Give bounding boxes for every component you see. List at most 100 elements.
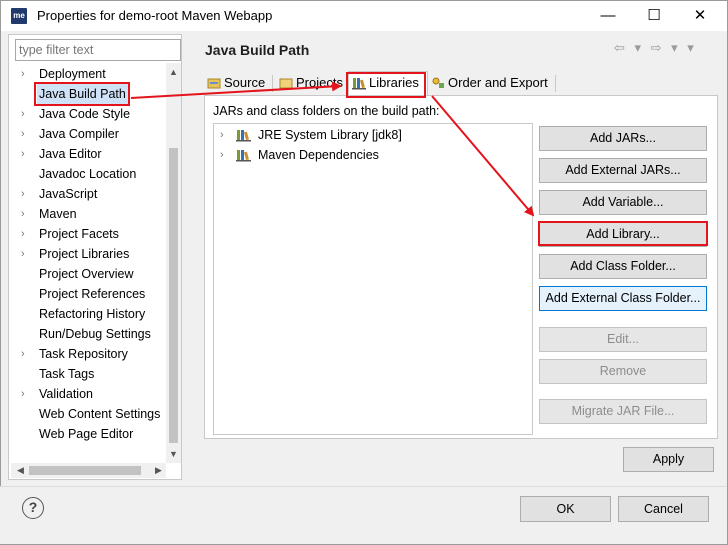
sidebar-item[interactable]: › Java Compiler [9,124,167,144]
tab-order-label: Order and Export [448,75,548,90]
sidebar-item-label: Refactoring History [39,307,146,321]
filter-input[interactable] [15,39,181,61]
expand-chevron-icon[interactable]: › [21,104,33,124]
sidebar-item[interactable]: Web Page Editor [9,424,167,444]
sidebar-item-label: Java Code Style [39,107,131,121]
maximize-button[interactable]: ☐ [631,1,677,31]
sidebar-item-label: Task Tags [39,367,95,381]
preference-tree: › Deployment Java Build Path › Java Code Sty… [9,63,167,463]
tab-source[interactable]: Source [204,72,272,95]
library-label: Maven Dependencies [258,148,379,162]
sidebar-item[interactable]: Java Build Path [9,84,167,104]
sidebar-item-label: Project Libraries [39,247,130,261]
scroll-left-arrow-icon[interactable]: ◀ [13,463,28,478]
sidebar-item-label: Javadoc Location [39,167,137,181]
cancel-button[interactable]: Cancel [618,496,709,522]
tab-separator [272,75,273,92]
sidebar-item[interactable]: Project References [9,284,167,304]
sidebar-item[interactable]: › Task Repository [9,344,167,364]
source-folder-icon [207,78,221,89]
minimize-button[interactable]: — [585,1,631,31]
preference-tree-pane: ›DeploymentJava Build Path›Java Code Sty… [8,34,182,480]
sidebar-item[interactable]: Project Overview [9,264,167,284]
sidebar-item[interactable]: Javadoc Location [9,164,167,184]
vertical-scrollbar[interactable]: ▲ ▼ [166,63,181,463]
add-external-jars-button[interactable]: Add External JARs... [539,158,707,183]
sidebar-item-label: Web Page Editor [39,427,134,441]
sidebar-item-label: Project Overview [39,267,134,281]
sidebar-item[interactable]: Refactoring History [9,304,167,324]
library-label: JRE System Library [jdk8] [258,128,402,142]
sidebar-item[interactable]: › Project Facets [9,224,167,244]
sidebar-item-label: Maven [39,207,77,221]
sidebar-item[interactable]: › Java Editor [9,144,167,164]
add-variable-button[interactable]: Add Variable... [539,190,707,215]
sidebar-item[interactable]: Web Content Settings [9,404,167,424]
projects-folder-icon [279,78,293,89]
history-nav-icons[interactable]: ⇦ ▾ ⇨ ▾ ▾ [614,40,697,56]
libraries-tab-content: JARs and class folders on the build path… [204,95,718,439]
library-tree: › JRE System Library [jdk8] › Maven Depe… [213,123,533,435]
remove-button[interactable]: Remove [539,359,707,384]
expand-chevron-icon[interactable]: › [21,64,33,84]
sidebar-item[interactable]: › Project Libraries [9,244,167,264]
library-icon [236,150,251,162]
page-title: Java Build Path [205,42,310,58]
horizontal-scrollbar[interactable]: ◀ ▶ [11,463,166,478]
apply-button[interactable]: Apply [623,447,714,472]
sidebar-item[interactable]: › JavaScript [9,184,167,204]
tab-source-label: Source [224,75,266,90]
tab-libraries-label: Libraries [369,75,419,90]
scroll-thumb[interactable] [169,148,178,443]
sidebar-item[interactable]: Run/Debug Settings [9,324,167,344]
sidebar-item-label: Run/Debug Settings [39,327,151,341]
expand-chevron-icon[interactable]: › [21,344,33,364]
window-title: Properties for demo-root Maven Webapp [37,8,273,23]
sidebar-item[interactable]: Task Tags [9,364,167,384]
sidebar-item-label: Deployment [39,67,106,81]
scroll-up-arrow-icon[interactable]: ▲ [166,65,181,80]
expand-chevron-icon[interactable]: › [21,244,33,264]
sidebar-item[interactable]: › Deployment [9,64,167,84]
scroll-thumb-horizontal[interactable] [29,466,141,475]
help-icon[interactable]: ? [22,497,44,519]
sidebar-item-label: Web Content Settings [39,407,161,421]
sidebar-item-label: Java Build Path [37,84,128,104]
migrate-jar-button[interactable]: Migrate JAR File... [539,399,707,424]
library-icon [236,130,251,142]
tab-projects[interactable]: Projects [276,72,348,95]
scroll-down-arrow-icon[interactable]: ▼ [166,447,181,462]
sidebar-item[interactable]: › Maven [9,204,167,224]
tab-order-and-export[interactable]: Order and Export [428,72,556,95]
expand-chevron-icon[interactable]: › [21,144,33,164]
tab-projects-label: Projects [296,75,343,90]
sidebar-item-label: Java Editor [39,147,102,161]
expand-chevron-icon[interactable]: › [21,184,33,204]
expand-chevron-icon[interactable]: › [220,145,224,165]
add-jars-button[interactable]: Add JARs... [539,126,707,151]
expand-chevron-icon[interactable]: › [21,224,33,244]
expand-chevron-icon[interactable]: › [21,204,33,224]
scroll-right-arrow-icon[interactable]: ▶ [151,463,166,478]
sidebar-item-label: Project Facets [39,227,119,241]
close-button[interactable]: ✕ [677,1,723,31]
eclipse-app-icon: me [11,8,27,24]
expand-chevron-icon[interactable]: › [220,125,224,145]
tab-libraries[interactable]: Libraries [348,71,428,95]
sidebar-item[interactable]: › Validation [9,384,167,404]
edit-button[interactable]: Edit... [539,327,707,352]
libraries-icon [352,78,366,90]
sidebar-item-label: Project References [39,287,146,301]
add-class-folder-button[interactable]: Add Class Folder... [539,254,707,279]
expand-chevron-icon[interactable]: › [21,384,33,404]
title-bar: me Properties for demo-root Maven Webapp… [1,1,727,31]
sidebar-item-label: Java Compiler [39,127,119,141]
sidebar-item-label: Task Repository [39,347,128,361]
add-library-button[interactable]: Add Library... [539,222,707,247]
sidebar-item-label: Validation [39,387,93,401]
tab-separator [555,75,556,92]
ok-button[interactable]: OK [520,496,611,522]
sidebar-item[interactable]: › Java Code Style [9,104,167,124]
add-external-class-folder-button[interactable]: Add External Class Folder... [539,286,707,311]
expand-chevron-icon[interactable]: › [21,124,33,144]
